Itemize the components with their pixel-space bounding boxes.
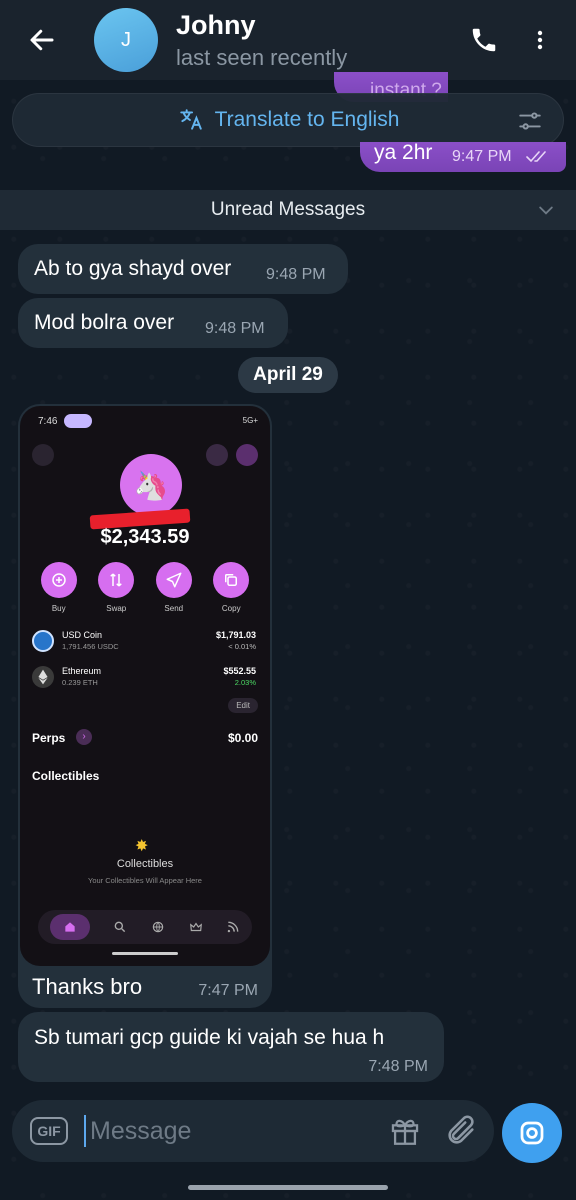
screenshot-edit: Edit bbox=[228, 698, 258, 713]
photo-caption: Thanks bro bbox=[32, 974, 143, 999]
star-icon: ✸ bbox=[135, 838, 149, 855]
screenshot-expand-icon bbox=[32, 444, 54, 466]
paperclip-icon bbox=[448, 1115, 474, 1144]
chat-header: J Johny last seen recently bbox=[0, 0, 576, 80]
message-incoming[interactable]: Sb tumari gcp guide ki vajah se hua h 7:… bbox=[18, 1012, 444, 1082]
screenshot-actions: Buy Swap Send Copy bbox=[20, 562, 270, 613]
screenshot-asset-row: USD Coin 1,791.456 USDC $1,791.03 < 0.01… bbox=[32, 628, 258, 660]
contact-name: Johny bbox=[176, 9, 256, 40]
contact-status: last seen recently bbox=[176, 44, 348, 70]
message-composer: GIF Message bbox=[12, 1100, 494, 1162]
screenshot-perps-label: Perps bbox=[32, 731, 66, 745]
screenshot-balance: $2,343.59 bbox=[100, 526, 190, 548]
translate-bar[interactable]: Translate to English bbox=[12, 93, 564, 147]
screenshot-call-indicator bbox=[64, 414, 92, 428]
screenshot-home-indicator bbox=[112, 952, 178, 955]
photo-message[interactable]: 7:46 5G+ 🦄 $2,343.59 Buy Swap Send Copy bbox=[18, 404, 272, 1008]
gift-icon bbox=[391, 1119, 419, 1145]
screenshot-unicorn-avatar: 🦄 bbox=[120, 454, 182, 516]
more-menu-button[interactable] bbox=[512, 12, 568, 68]
gift-button[interactable] bbox=[382, 1108, 428, 1154]
crown-icon bbox=[189, 922, 202, 932]
unread-label: Unread Messages bbox=[210, 199, 366, 220]
translate-label: Translate to English bbox=[214, 108, 400, 131]
screenshot-collectibles-heading: Collectibles bbox=[32, 769, 100, 783]
contact-info[interactable]: Johny last seen recently bbox=[176, 10, 456, 71]
screenshot-action-copy: Copy bbox=[206, 562, 256, 613]
sliders-icon[interactable] bbox=[517, 108, 543, 134]
gif-button[interactable]: GIF bbox=[30, 1117, 68, 1145]
screenshot-action-send: Send bbox=[149, 562, 199, 613]
message-incoming[interactable]: Mod bolra over 9:48 PM bbox=[18, 298, 288, 348]
screenshot-clock: 7:46 bbox=[38, 416, 58, 427]
message-input[interactable]: Message bbox=[84, 1115, 382, 1147]
copy-icon bbox=[225, 574, 238, 586]
avatar[interactable]: J bbox=[94, 8, 158, 72]
phone-icon bbox=[472, 28, 496, 52]
screenshot-signal: 5G+ bbox=[242, 416, 258, 425]
more-vertical-icon bbox=[537, 30, 543, 50]
chevron-down-icon[interactable] bbox=[536, 200, 556, 220]
screenshot-more-icon bbox=[206, 444, 228, 466]
globe-icon bbox=[152, 921, 164, 933]
date-separator: April 29 bbox=[238, 357, 338, 393]
usdc-icon bbox=[32, 630, 54, 652]
screenshot-bottom-nav bbox=[38, 910, 252, 944]
screenshot-image[interactable]: 7:46 5G+ 🦄 $2,343.59 Buy Swap Send Copy bbox=[20, 406, 270, 966]
home-icon bbox=[49, 914, 90, 940]
system-home-indicator[interactable] bbox=[188, 1185, 388, 1190]
search-icon bbox=[115, 921, 126, 933]
message-incoming[interactable]: Ab to gya shayd over 9:48 PM bbox=[18, 244, 348, 294]
translate-icon bbox=[179, 109, 202, 130]
screenshot-collectibles-subtitle: Your Collectibles Will Appear Here bbox=[88, 876, 202, 885]
double-check-icon bbox=[526, 151, 546, 163]
screenshot-perps-value: $0.00 bbox=[227, 731, 258, 745]
ethereum-icon bbox=[32, 666, 54, 688]
send-icon bbox=[166, 572, 182, 588]
message-outgoing[interactable]: ya 2hr 9:47 PM bbox=[360, 141, 566, 172]
screenshot-collectibles-title: Collectibles bbox=[116, 858, 174, 870]
plus-circle-icon bbox=[52, 573, 66, 587]
back-button[interactable] bbox=[12, 0, 72, 80]
arrow-left-icon bbox=[30, 29, 54, 51]
swap-icon bbox=[110, 573, 123, 587]
unread-messages-divider: Unread Messages bbox=[0, 190, 576, 230]
attach-button[interactable] bbox=[438, 1108, 484, 1154]
photo-time: 7:47 PM bbox=[198, 982, 258, 999]
feed-icon bbox=[227, 921, 239, 933]
screenshot-action-swap: Swap bbox=[91, 562, 141, 613]
screenshot-history-icon bbox=[236, 444, 258, 466]
camera-icon bbox=[520, 1121, 544, 1145]
chevron-right-icon: › bbox=[76, 729, 92, 745]
screenshot-action-buy: Buy bbox=[34, 562, 84, 613]
call-button[interactable] bbox=[456, 12, 512, 68]
screenshot-asset-row: Ethereum 0.239 ETH $552.55 2.03% bbox=[32, 664, 258, 696]
camera-button[interactable] bbox=[502, 1103, 562, 1163]
